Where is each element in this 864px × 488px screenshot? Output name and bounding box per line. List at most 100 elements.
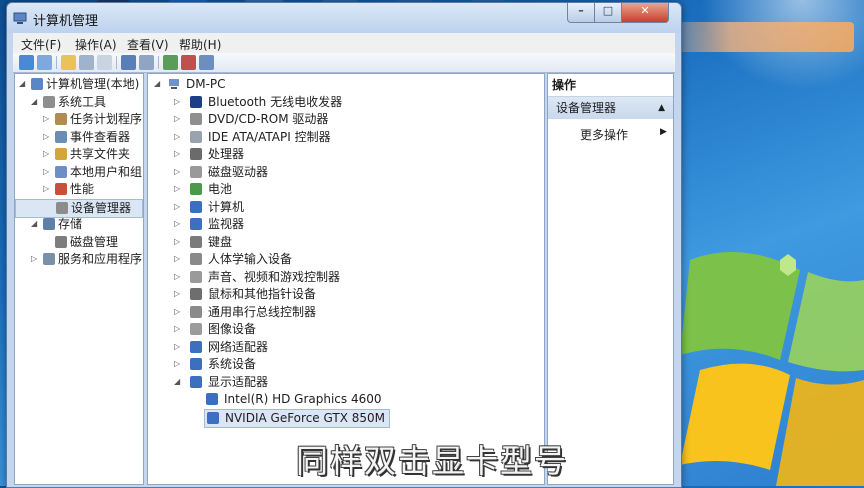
device-category[interactable]: ▷ 计算机 (168, 199, 508, 216)
menu-bar: 文件(F) 操作(A) 查看(V) 帮助(H) (13, 33, 675, 53)
device-category[interactable]: ▷ 鼠标和其他指针设备 (168, 286, 508, 303)
back-arrow-icon[interactable] (19, 55, 34, 70)
display-adapter-device[interactable]: Intel(R) HD Graphics 4600 (204, 391, 386, 408)
minimize-icon: – (578, 4, 584, 17)
nav-item[interactable]: ▷ 任务计划程序 (15, 111, 143, 128)
submenu-arrow-icon: ▶ (660, 127, 667, 137)
collapsed-arrow-icon[interactable]: ▷ (43, 115, 51, 123)
nav-item-label: 磁盘管理 (70, 234, 119, 249)
expanded-arrow-icon[interactable]: ◢ (31, 220, 39, 228)
menu-file[interactable]: 文件(F) (21, 36, 61, 53)
collapsed-arrow-icon[interactable]: ▷ (174, 185, 182, 193)
services-icon (43, 253, 55, 265)
collapsed-arrow-icon[interactable]: ▷ (174, 220, 182, 228)
collapsed-arrow-icon[interactable]: ▷ (174, 325, 182, 333)
collapsed-arrow-icon[interactable]: ▷ (174, 237, 182, 246)
device-category[interactable]: ▷ DVD/CD-ROM 驱动器 (168, 111, 508, 128)
properties-icon[interactable] (97, 55, 112, 70)
device-category[interactable]: ▷ 系统设备 (168, 356, 508, 373)
toolbar-separator (56, 56, 57, 69)
collapsed-arrow-icon[interactable]: ▷ (174, 150, 182, 158)
collapsed-arrow-icon[interactable]: ▷ (174, 290, 182, 298)
sound-icon (190, 270, 202, 283)
device-category[interactable]: ◢ 显示适配器 (168, 374, 508, 391)
nav-item[interactable]: 设备管理器 (15, 198, 143, 218)
collapse-up-icon[interactable]: ▲ (658, 97, 665, 119)
nav-item[interactable]: ▷ 服务和应用程序 (15, 251, 143, 268)
scan-hardware-icon[interactable] (199, 55, 214, 70)
nav-item[interactable]: ◢ 计算机管理(本地) (15, 76, 143, 93)
collapsed-arrow-icon[interactable]: ▷ (174, 307, 182, 316)
collapsed-arrow-icon[interactable]: ▷ (174, 132, 182, 141)
collapsed-arrow-icon[interactable]: ▷ (174, 360, 182, 368)
nav-item-label: 设备管理器 (71, 200, 132, 215)
collapsed-arrow-icon[interactable]: ▷ (43, 132, 51, 141)
device-category[interactable]: ▷ 通用串行总线控制器 (168, 304, 508, 321)
maximize-button[interactable]: □ (594, 3, 622, 23)
nav-item[interactable]: ▷ 本地用户和组 (15, 164, 143, 181)
uninstall-icon[interactable] (181, 55, 196, 70)
display-adapter-device[interactable]: NVIDIA GeForce GTX 850M (204, 408, 390, 428)
nav-item-label: 系统工具 (58, 94, 107, 109)
device-category[interactable]: ▷ 电池 (168, 181, 508, 198)
collapsed-arrow-icon[interactable]: ▷ (174, 167, 182, 176)
update-driver-icon[interactable] (163, 55, 178, 70)
actions-section-device-manager[interactable]: 设备管理器 ▲ (548, 97, 673, 119)
more-actions-item[interactable]: 更多操作 ▶ (580, 126, 667, 143)
help-icon[interactable] (121, 55, 136, 70)
dvd-icon (190, 113, 202, 125)
expanded-arrow-icon[interactable]: ◢ (31, 97, 39, 106)
device-category[interactable]: ▷ 网络适配器 (168, 339, 508, 356)
nav-item[interactable]: ◢ 系统工具 (15, 94, 143, 111)
processor-icon (190, 148, 202, 160)
device-category[interactable]: ▷ 键盘 (168, 234, 508, 251)
collapsed-arrow-icon[interactable]: ▷ (174, 342, 182, 351)
title-bar[interactable]: 计算机管理 – □ ✕ (7, 3, 681, 33)
nav-item[interactable]: ◢ 存储 (15, 216, 143, 233)
device-category[interactable]: ▷ 声音、视频和游戏控制器 (168, 269, 508, 286)
collapsed-arrow-icon[interactable]: ▷ (31, 255, 39, 263)
device-category-label: 磁盘驱动器 (208, 164, 269, 179)
display-adapter-label: Intel(R) HD Graphics 4600 (224, 392, 382, 406)
nav-item[interactable]: ▷ 共享文件夹 (15, 146, 143, 163)
device-category[interactable]: ▷ 磁盘驱动器 (168, 164, 508, 181)
collapsed-arrow-icon[interactable]: ▷ (174, 255, 182, 263)
collapsed-arrow-icon[interactable]: ▷ (174, 272, 182, 281)
nav-item[interactable]: 磁盘管理 (15, 234, 143, 251)
menu-view[interactable]: 查看(V) (127, 36, 169, 53)
device-category[interactable]: ▷ 监视器 (168, 216, 508, 233)
show-tree-icon[interactable] (79, 55, 94, 70)
display-adapter-icon (190, 375, 202, 388)
close-button[interactable]: ✕ (621, 3, 669, 23)
tools-icon (43, 95, 55, 108)
device-category[interactable]: ▷ 图像设备 (168, 321, 508, 338)
display-adapter-icon (206, 393, 218, 405)
menu-action[interactable]: 操作(A) (75, 36, 117, 53)
up-folder-icon[interactable] (61, 55, 76, 70)
collapsed-arrow-icon[interactable]: ▷ (43, 185, 51, 193)
nav-item[interactable]: ▷ 事件查看器 (15, 129, 143, 146)
device-category[interactable]: ▷ IDE ATA/ATAPI 控制器 (168, 129, 508, 146)
nav-item[interactable]: ▷ 性能 (15, 181, 143, 198)
device-category[interactable]: ▷ 人体学输入设备 (168, 251, 508, 268)
hid-icon (190, 253, 202, 265)
collapsed-arrow-icon[interactable]: ▷ (174, 97, 182, 106)
collapsed-arrow-icon[interactable]: ▷ (43, 167, 51, 176)
device-category[interactable]: ▷ Bluetooth 无线电收发器 (168, 94, 508, 111)
forward-arrow-icon[interactable] (37, 55, 52, 70)
collapsed-arrow-icon[interactable]: ▷ (174, 202, 182, 211)
device-tree-root[interactable]: ◢ DM-PC (154, 76, 354, 93)
collapsed-arrow-icon[interactable]: ▷ (43, 150, 51, 158)
menu-help[interactable]: 帮助(H) (179, 36, 221, 53)
actions-section-label: 设备管理器 (556, 101, 617, 115)
device-category[interactable]: ▷ 处理器 (168, 146, 508, 163)
expanded-arrow-icon[interactable]: ◢ (19, 80, 27, 88)
toolbar-separator (158, 56, 159, 69)
expanded-arrow-icon[interactable]: ◢ (174, 377, 182, 386)
collapsed-arrow-icon[interactable]: ▷ (174, 115, 182, 123)
expanded-arrow-icon[interactable]: ◢ (154, 80, 162, 88)
display-adapter-label: NVIDIA GeForce GTX 850M (225, 410, 385, 425)
minimize-button[interactable]: – (567, 3, 595, 23)
view-icon[interactable] (139, 55, 154, 70)
device-category-label: 处理器 (208, 147, 245, 161)
